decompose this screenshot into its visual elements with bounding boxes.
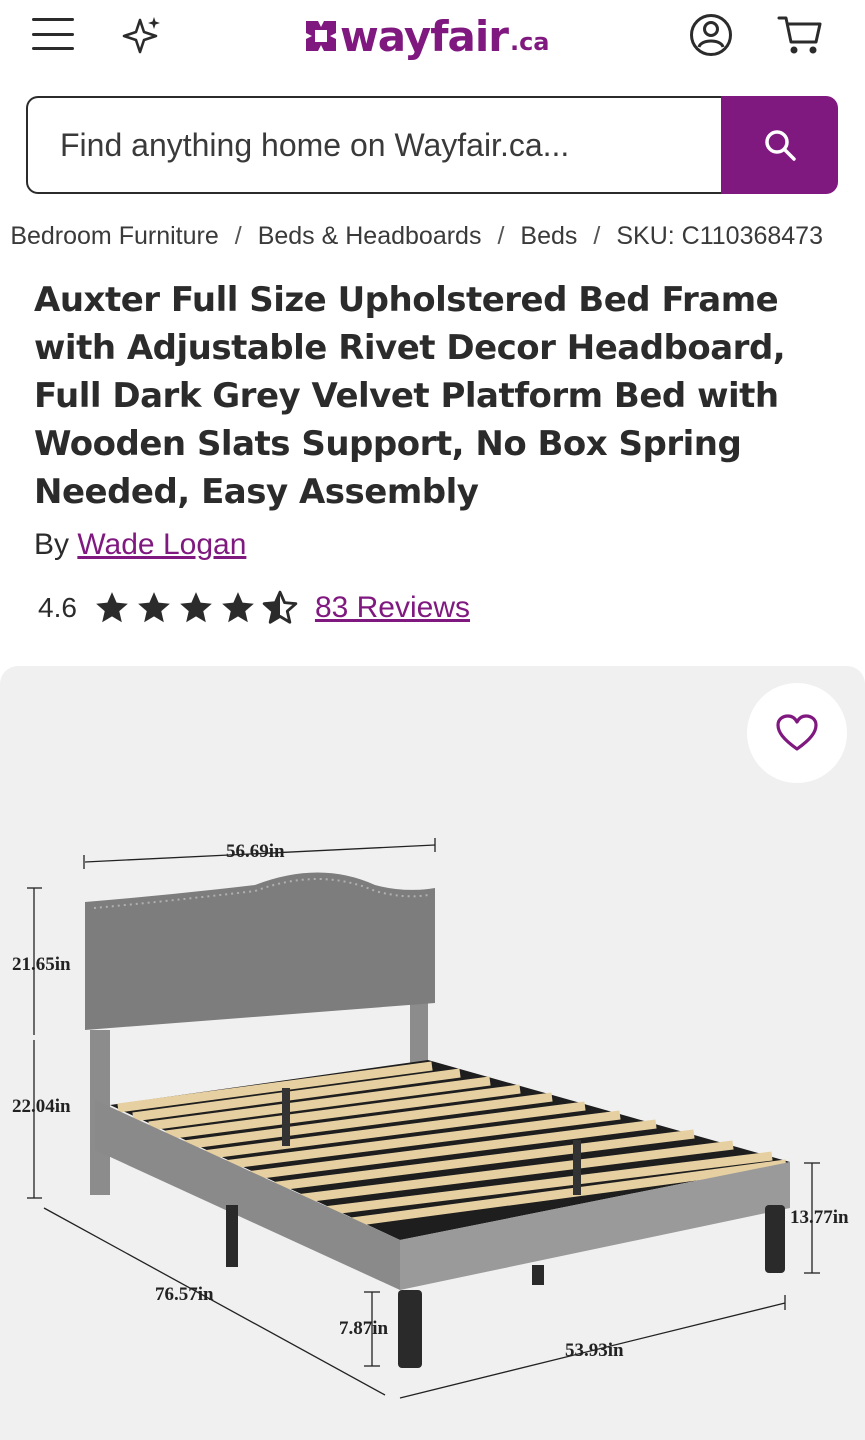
logo-tld: .ca [509, 28, 550, 56]
search-input[interactable] [26, 96, 721, 194]
heart-icon [776, 714, 818, 751]
dimension-headboard-label: 21.65in [12, 954, 71, 975]
dimension-length-label: 76.57in [155, 1284, 214, 1305]
rating-row: 4.6 83 Reviews [38, 586, 470, 630]
menu-icon[interactable] [32, 18, 74, 50]
dimension-frame-height-label: 13.77in [790, 1207, 849, 1228]
star-full-icon [96, 592, 128, 623]
search-bar [26, 96, 838, 194]
star-full-icon [180, 592, 212, 623]
breadcrumb-separator: / [593, 222, 601, 250]
search-icon [764, 130, 796, 161]
rating-value: 4.6 [38, 592, 77, 623]
logo-mark-icon [306, 21, 336, 51]
wayfair-logo[interactable]: wayfair .ca [302, 8, 550, 64]
breadcrumb-beds-headboards[interactable]: Beds & Headboards [258, 222, 482, 250]
top-navigation-bar: wayfair .ca [0, 0, 865, 80]
search-button[interactable] [721, 96, 838, 194]
brand-link[interactable]: Wade Logan [77, 528, 246, 561]
cart-icon[interactable] [776, 12, 824, 58]
star-full-icon [138, 592, 170, 623]
logo-wordmark: wayfair [340, 11, 509, 61]
star-rating [93, 589, 299, 627]
breadcrumb-separator: / [234, 222, 242, 250]
star-half-icon [262, 590, 298, 624]
breadcrumb-bedroom-furniture[interactable]: Bedroom Furniture [10, 222, 218, 250]
breadcrumb-sku: SKU: C110368473 [616, 222, 823, 250]
product-title: Auxter Full Size Upholstered Bed Frame w… [34, 280, 786, 512]
by-label: By [34, 528, 70, 561]
breadcrumb-separator: / [497, 222, 505, 250]
breadcrumb-beds[interactable]: Beds [520, 222, 577, 250]
favorite-button[interactable] [747, 683, 847, 783]
account-icon[interactable] [688, 12, 734, 58]
product-image: 56.69in 21.65in 22.04in 76.57in 7.87in 1… [12, 838, 849, 1399]
dimension-lower-label: 22.04in [12, 1096, 71, 1117]
sparkle-icon[interactable] [120, 14, 164, 58]
dimension-width-label: 56.69in [226, 841, 285, 862]
star-full-icon [222, 592, 254, 623]
dimension-leg-label: 7.87in [339, 1318, 389, 1339]
reviews-link[interactable]: 83 Reviews [315, 591, 470, 625]
breadcrumb: Bedroom Furniture / Beds & Headboards / Beds… [0, 222, 865, 254]
brand-line: By Wade Logan [34, 528, 246, 562]
dimension-outer-width-label: 53.93in [565, 1340, 624, 1361]
